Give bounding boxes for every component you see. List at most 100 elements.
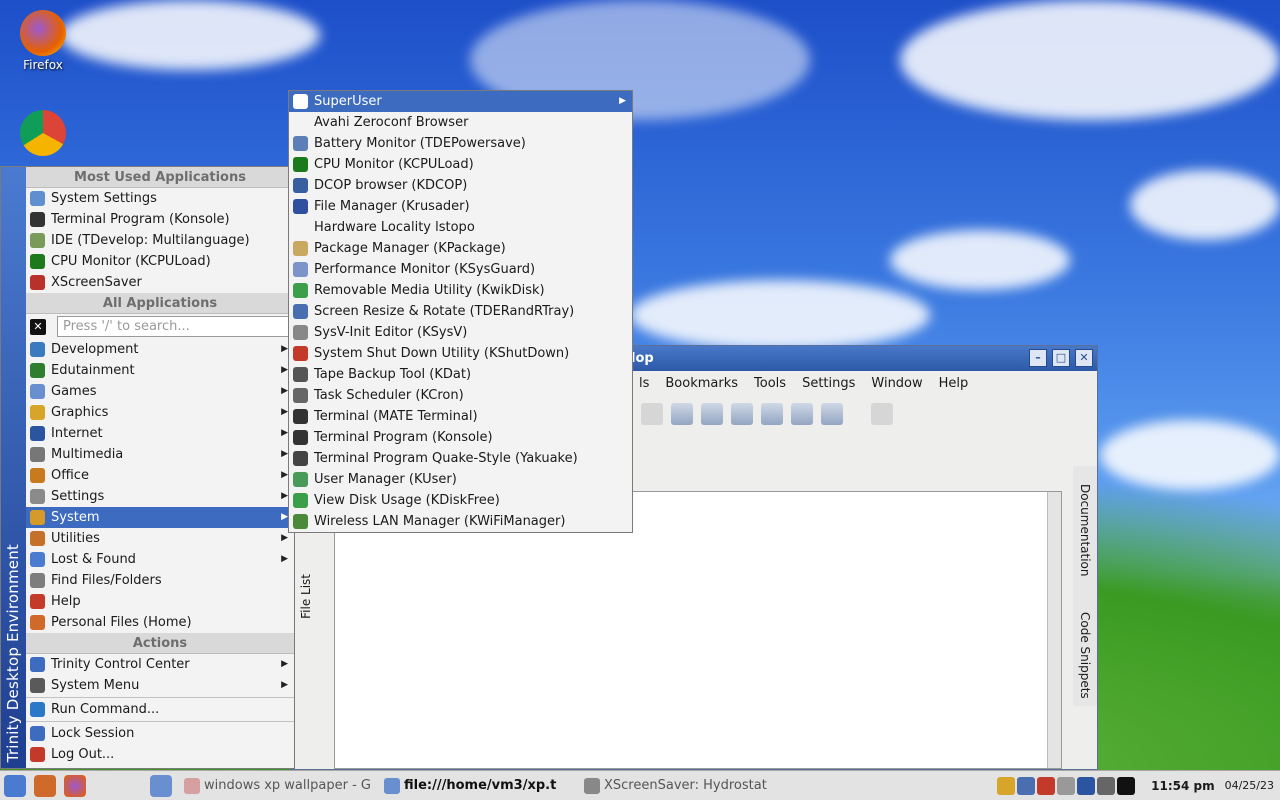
menu-window[interactable]: Window [863, 376, 930, 391]
menu-item-settings[interactable]: Settings ▶ [26, 486, 294, 507]
menu-item-file-manager-krusader[interactable]: File Manager (Krusader) [289, 196, 632, 217]
menu-item-system-menu[interactable]: System Menu ▶ [26, 675, 294, 696]
desktop-pager-icon[interactable] [150, 774, 172, 797]
menu-item-view-disk-usage-kdiskfree[interactable]: View Disk Usage (KDiskFree) [289, 490, 632, 511]
update-icon[interactable] [1097, 776, 1116, 795]
terminal-icon [30, 212, 45, 227]
maximize-button[interactable]: □ [1052, 349, 1070, 367]
menu-item-avahi-zeroconf-browser[interactable]: Avahi Zeroconf Browser [289, 112, 632, 133]
menu-item-cpu-monitor-kcpuload[interactable]: CPU Monitor (KCPULoad) [289, 154, 632, 175]
find-icon[interactable] [701, 403, 723, 425]
randr-icon[interactable] [1017, 776, 1036, 795]
submenu-arrow-icon: ▶ [281, 680, 288, 690]
menu-item-terminal-program-quake-style-yakuake[interactable]: Terminal Program Quake-Style (Yakuake) [289, 448, 632, 469]
menu-item-help[interactable]: Help [26, 591, 294, 612]
menu-item-terminal-mate-terminal[interactable]: Terminal (MATE Terminal) [289, 406, 632, 427]
desktop-icon-label: Firefox [23, 58, 63, 72]
menu-tools[interactable]: Tools [746, 376, 794, 391]
menu-item-battery-monitor-tdepowersave[interactable]: Battery Monitor (TDEPowersave) [289, 133, 632, 154]
k-menu-launcher-icon[interactable] [4, 774, 26, 797]
search-row: ✕ [26, 315, 295, 339]
menu-item-task-scheduler-kcron[interactable]: Task Scheduler (KCron) [289, 385, 632, 406]
taskbar-task[interactable]: XScreenSaver: Hydrostat [580, 774, 776, 798]
menu-item-run-command[interactable]: Run Command... [26, 699, 294, 720]
menu-item-graphics[interactable]: Graphics ▶ [26, 402, 294, 423]
whats-this-icon[interactable] [821, 403, 843, 425]
taskbar-task[interactable]: windows xp wallpaper - G [180, 774, 376, 798]
menu-item-log-out[interactable]: Log Out... [26, 744, 294, 765]
menu-item-multimedia[interactable]: Multimedia ▶ [26, 444, 294, 465]
menu-item-terminal-program-konsole[interactable]: Terminal Program (Konsole) [26, 209, 294, 230]
zoom-out-icon[interactable] [791, 403, 813, 425]
menu-item-screen-resize-rotate-tderandrtray[interactable]: Screen Resize & Rotate (TDERandRTray) [289, 301, 632, 322]
volume-icon[interactable] [1057, 776, 1076, 795]
menu-item-label: Internet [51, 426, 103, 441]
editor-scrollbar[interactable] [1047, 492, 1061, 768]
desktop-icon-firefox[interactable]: Firefox [8, 10, 78, 72]
menu-item-system-shut-down-utility-kshutdown[interactable]: System Shut Down Utility (KShutDown) [289, 343, 632, 364]
clock-time[interactable]: 11:54 pm [1151, 779, 1214, 793]
home-icon[interactable] [34, 774, 56, 797]
tab-file-list[interactable]: File List [299, 574, 313, 619]
menu-item-cpu-monitor-kcpuload[interactable]: CPU Monitor (KCPULoad) [26, 251, 294, 272]
menu-item-xscreensaver[interactable]: XScreenSaver [26, 272, 294, 293]
menu-item-label: Removable Media Utility (KwikDisk) [314, 283, 545, 298]
menu-item-package-manager-kpackage[interactable]: Package Manager (KPackage) [289, 238, 632, 259]
copy-icon[interactable] [641, 403, 663, 425]
menu-ls[interactable]: ls [631, 376, 657, 391]
search-input[interactable] [57, 316, 295, 337]
zoom-in-icon[interactable] [761, 403, 783, 425]
menu-item-personal-files-home[interactable]: Personal Files (Home) [26, 612, 294, 633]
clear-search-icon[interactable]: ✕ [30, 319, 46, 335]
taskbar-task[interactable]: file:///home/vm3/xp.t [380, 774, 576, 798]
menu-item-trinity-control-center[interactable]: Trinity Control Center ▶ [26, 654, 294, 675]
menu-item-development[interactable]: Development ▶ [26, 339, 294, 360]
menu-item-system-settings[interactable]: System Settings [26, 188, 294, 209]
menu-item-edutainment[interactable]: Edutainment ▶ [26, 360, 294, 381]
firefox-icon[interactable] [64, 774, 86, 797]
menu-item-wireless-lan-manager-kwifimanager[interactable]: Wireless LAN Manager (KWiFiManager) [289, 511, 632, 532]
menu-item-utilities[interactable]: Utilities ▶ [26, 528, 294, 549]
stop-icon[interactable] [871, 403, 893, 425]
menu-item-find-files-folders[interactable]: Find Files/Folders [26, 570, 294, 591]
taskbar-task-label: file:///home/vm3/xp.t [404, 777, 557, 793]
menu-item-office[interactable]: Office ▶ [26, 465, 294, 486]
menu-item-games[interactable]: Games ▶ [26, 381, 294, 402]
dcop-icon [293, 178, 308, 193]
kwikdisk-icon [293, 283, 308, 298]
menu-item-hardware-locality-lstopo[interactable]: Hardware Locality lstopo [289, 217, 632, 238]
menu-item-ide-tdevelop-multilanguage[interactable]: IDE (TDevelop: Multilanguage) [26, 230, 294, 251]
menu-settings[interactable]: Settings [794, 376, 863, 391]
display-icon[interactable] [1077, 776, 1096, 795]
menu-item-lock-session[interactable]: Lock Session [26, 723, 294, 744]
menu-item-dcop-browser-kdcop[interactable]: DCOP browser (KDCOP) [289, 175, 632, 196]
menu-item-lost-found[interactable]: Lost & Found ▶ [26, 549, 294, 570]
tab-code-snippets[interactable]: Code Snippets [1078, 612, 1092, 699]
paste-icon[interactable] [671, 403, 693, 425]
network-icon[interactable] [1037, 776, 1056, 795]
menu-item-user-manager-kuser[interactable]: User Manager (KUser) [289, 469, 632, 490]
menu-item-internet[interactable]: Internet ▶ [26, 423, 294, 444]
fullscreen-icon[interactable] [731, 403, 753, 425]
menu-item-performance-monitor-ksysguard[interactable]: Performance Monitor (KSysGuard) [289, 259, 632, 280]
wrench-icon [30, 489, 45, 504]
menu-bookmarks[interactable]: Bookmarks [657, 376, 746, 391]
menu-item-superuser[interactable]: SuperUser ▶ [289, 91, 632, 112]
cpu-icon[interactable] [1117, 776, 1136, 795]
clock-date[interactable]: 04/25/23 [1225, 779, 1274, 792]
k-menu-body: Most Used Applications System Settings Ter… [26, 167, 295, 768]
menu-item-system[interactable]: System ▶ [26, 507, 294, 528]
menu-item-sysv-init-editor-ksysv[interactable]: SysV-Init Editor (KSysV) [289, 322, 632, 343]
menu-item-terminal-program-konsole[interactable]: Terminal Program (Konsole) [289, 427, 632, 448]
chrome-icon [20, 110, 66, 156]
tab-documentation[interactable]: Documentation [1078, 484, 1092, 577]
menu-item-removable-media-utility-kwikdisk[interactable]: Removable Media Utility (KwikDisk) [289, 280, 632, 301]
klipper-icon[interactable] [997, 776, 1016, 795]
home-icon [30, 615, 45, 630]
system-menu-icon [30, 678, 45, 693]
close-button[interactable]: ✕ [1075, 349, 1093, 367]
minimize-button[interactable]: – [1029, 349, 1047, 367]
menu-help[interactable]: Help [931, 376, 977, 391]
desktop-icon-chrome[interactable] [8, 110, 78, 158]
menu-item-tape-backup-tool-kdat[interactable]: Tape Backup Tool (KDat) [289, 364, 632, 385]
